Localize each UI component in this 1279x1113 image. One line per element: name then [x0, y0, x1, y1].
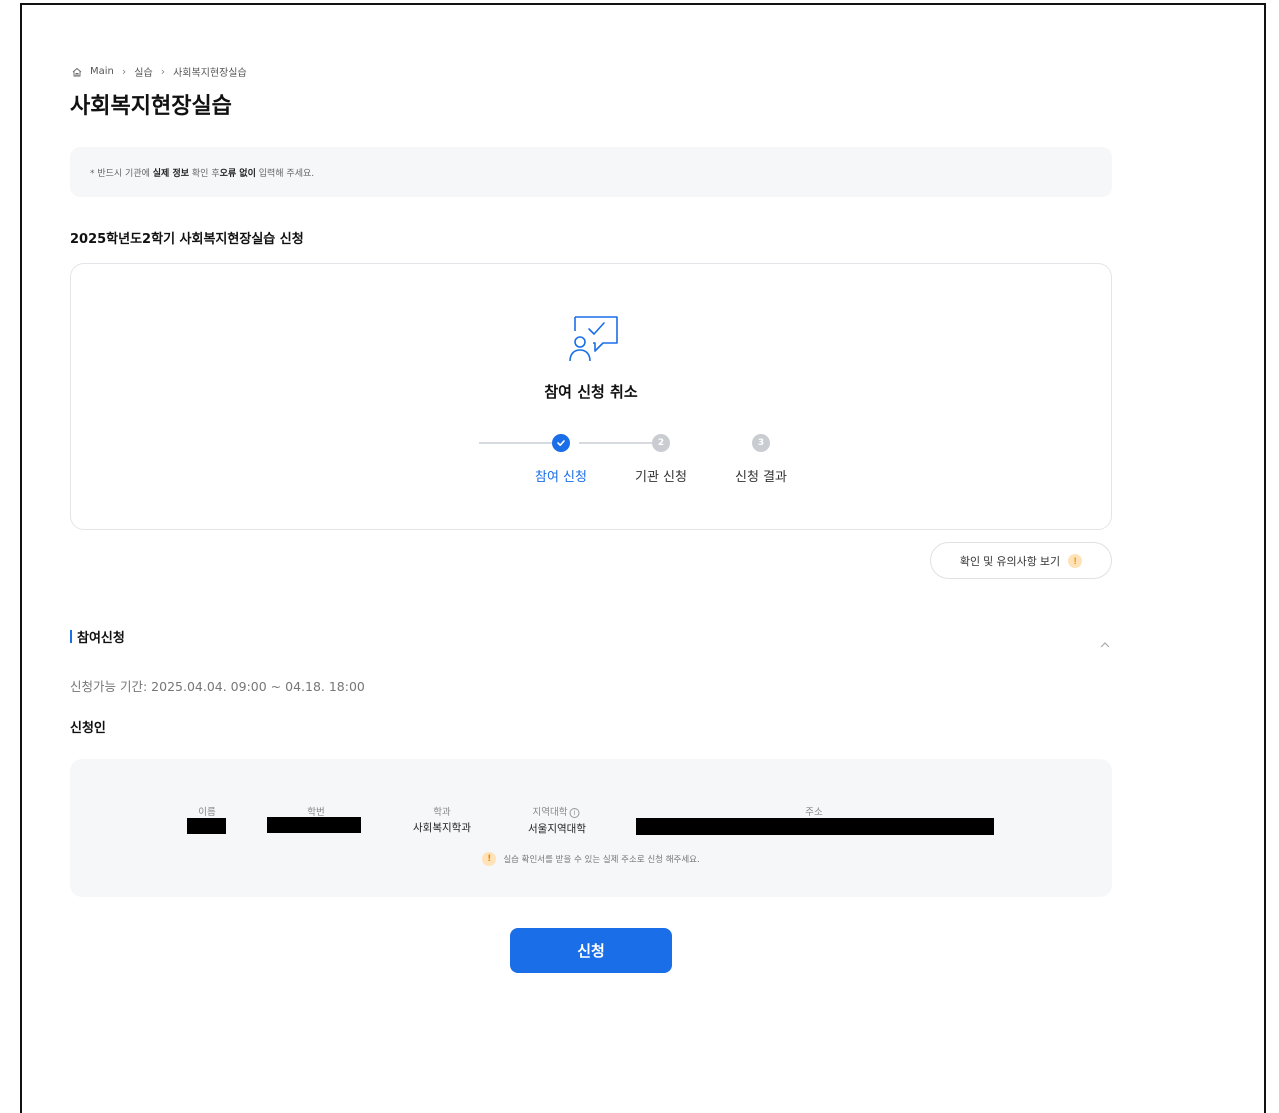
breadcrumb-current: 사회복지현장실습 [173, 68, 247, 79]
breadcrumb-practice[interactable]: 실습 [134, 64, 152, 79]
status-card: 참여 신청 취소 2 3 참여 신청 기관 신청 신청 결과 [70, 263, 1112, 530]
step-3-dot: 3 [752, 434, 770, 452]
step-connector [579, 442, 661, 444]
address-redacted [636, 818, 994, 835]
step-label-result: 신청 결과 [735, 470, 787, 485]
address-label: 주소 [805, 807, 823, 818]
step-label-institution: 기관 신청 [635, 470, 687, 485]
student-id-redacted [267, 817, 361, 833]
chevron-right-icon: › [121, 65, 127, 78]
section-title: 2025학년도2학기 사회복지현장실습 신청 [70, 232, 304, 247]
stepper: 2 3 참여 신청 기관 신청 신청 결과 [461, 434, 787, 494]
region-univ-label: 지역대학 i [533, 804, 580, 818]
address-note-text: 실습 확인서를 받을 수 있는 실제 주소로 신청 해주세요. [503, 855, 700, 865]
address-note: ! 실습 확인서를 받을 수 있는 실제 주소로 신청 해주세요. [70, 852, 1112, 866]
applicant-title: 신청인 [70, 721, 106, 736]
participation-heading: 참여신청 [70, 627, 125, 646]
submit-button[interactable]: 신청 [510, 928, 672, 973]
applicant-info-box: 이름 학번 학과 사회복지학과 지역대학 i 서울지역대학 주소 ! 실습 확인서… [70, 759, 1112, 897]
region-univ-value: 서울지역대학 [528, 823, 586, 835]
name-redacted [187, 818, 226, 834]
view-guidelines-button[interactable]: 확인 및 유의사항 보기 ! [930, 542, 1112, 579]
student-id-label: 학번 [307, 807, 325, 818]
step-1-check-icon [552, 434, 570, 452]
step-label-participation: 참여 신청 [535, 470, 587, 485]
notice-box: * 반드시 기관에 실제 정보 확인 후오류 없이 입력해 주세요. [70, 147, 1112, 197]
page-title: 사회복지현장실습 [70, 94, 232, 119]
info-icon[interactable]: i [569, 808, 580, 818]
step-2-dot: 2 [652, 434, 670, 452]
application-period: 신청가능 기간: 2025.04.04. 09:00 ~ 04.18. 18:0… [70, 679, 365, 694]
participation-heading-text: 참여신청 [77, 631, 125, 646]
name-label: 이름 [198, 807, 216, 818]
home-icon[interactable] [72, 67, 82, 77]
notice-mid: 확인 후 [189, 169, 220, 179]
heading-accent-bar [70, 630, 72, 643]
warning-icon: ! [482, 852, 497, 866]
chevron-up-icon[interactable] [1098, 638, 1112, 652]
step-connector [479, 442, 561, 444]
notice-prefix: * 반드시 기관에 [90, 169, 153, 179]
notice-suffix: 입력해 주세요. [255, 169, 315, 179]
view-guidelines-label: 확인 및 유의사항 보기 [959, 555, 1061, 568]
breadcrumb-main[interactable]: Main [90, 66, 114, 77]
chevron-right-icon: › [160, 65, 166, 78]
region-univ-label-text: 지역대학 [532, 807, 568, 818]
breadcrumb: Main › 실습 › 사회복지현장실습 [72, 64, 247, 79]
notice-bold-real-info: 실제 정보 [152, 169, 190, 179]
department-value: 사회복지학과 [413, 822, 471, 834]
status-title: 참여 신청 취소 [544, 383, 638, 401]
department-label: 학과 [433, 807, 451, 818]
person-chat-check-icon [569, 316, 618, 362]
notice-bold-no-error: 오류 없이 [219, 169, 256, 179]
warning-icon: ! [1068, 553, 1083, 568]
